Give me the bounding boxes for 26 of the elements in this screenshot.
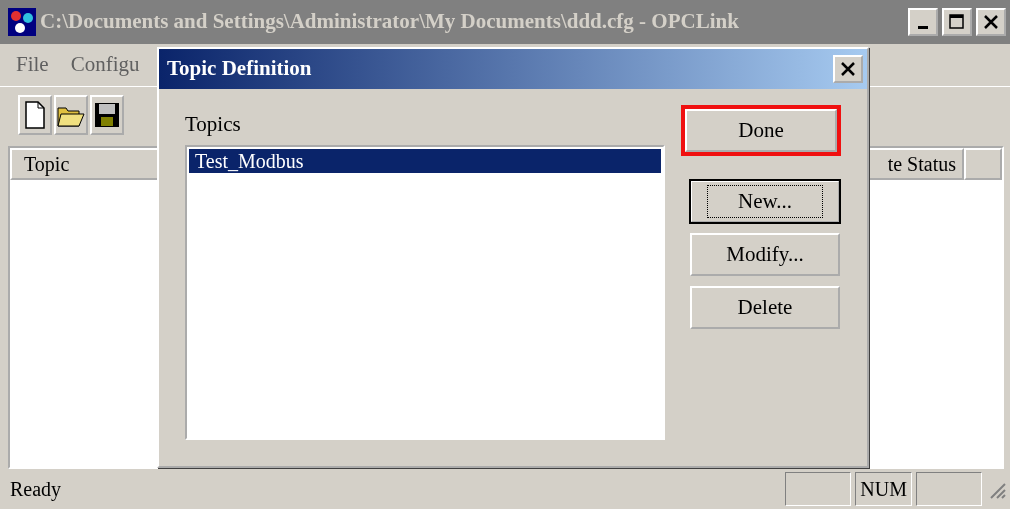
dialog-button[interactable]: Modify...	[690, 233, 840, 276]
minimize-button[interactable]	[908, 8, 938, 36]
status-panel	[785, 472, 852, 506]
menu-item[interactable]: Configu	[70, 49, 140, 81]
close-button[interactable]	[976, 8, 1006, 36]
new-file-button[interactable]	[18, 94, 52, 135]
status-panel: NUM	[855, 472, 912, 506]
status-text: Ready	[10, 477, 63, 503]
status-panel	[916, 472, 982, 506]
dialog-button[interactable]: New...	[690, 180, 840, 223]
maximize-icon	[949, 14, 965, 30]
topic-item[interactable]: Test_Modbus	[189, 148, 661, 173]
maximize-button[interactable]	[942, 8, 972, 36]
dialog-button[interactable]: Delete	[690, 286, 840, 329]
close-button[interactable]	[833, 55, 863, 83]
close-icon	[840, 61, 856, 77]
app-icon	[8, 8, 36, 36]
close-icon	[983, 14, 999, 30]
floppy-disk-button[interactable]	[90, 94, 124, 135]
dialog-title: Topic Definition	[167, 55, 313, 83]
column-header[interactable]: Topic	[10, 148, 160, 180]
window-title: C:\Documents and Settings\Administrator\My Documents\ddd.cfg - OPCLink	[40, 8, 740, 36]
topics-label: Topics	[185, 111, 242, 138]
minimize-icon	[918, 25, 928, 29]
open-folder-button[interactable]	[54, 94, 88, 135]
menu-item[interactable]: File	[16, 49, 49, 81]
